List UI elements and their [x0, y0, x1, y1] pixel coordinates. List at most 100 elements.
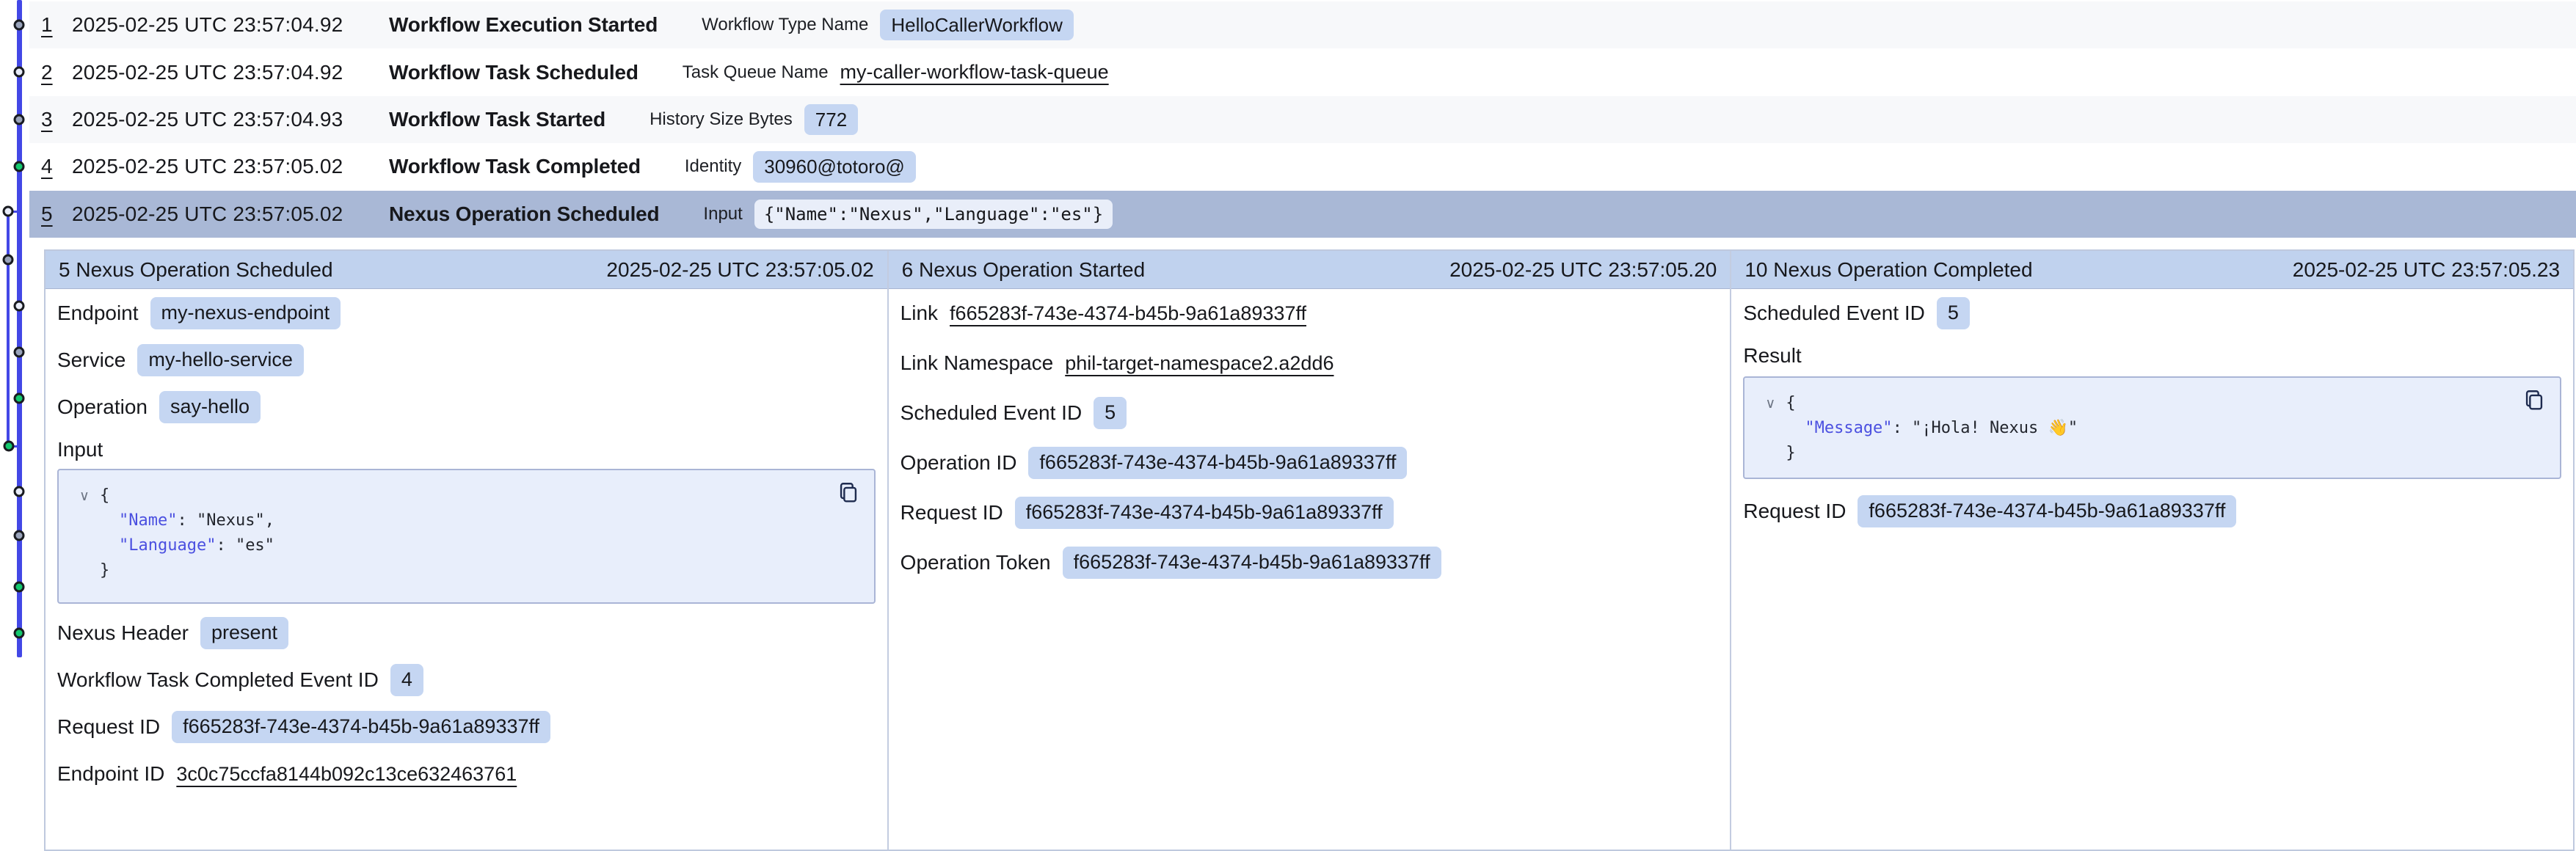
timeline-dot-green: [4, 441, 15, 452]
field-scheduled-event-id: Scheduled Event ID 5: [900, 395, 1719, 431]
timeline-branch-line: [7, 211, 10, 446]
field-operation: Operation say-hello: [57, 390, 876, 425]
event-field-value-badge: HelloCallerWorkflow: [880, 10, 1074, 41]
event-row-1[interactable]: 1 2025-02-25 UTC 23:57:04.92 Workflow Ex…: [29, 1, 2576, 48]
panel-header: 5 Nexus Operation Scheduled 2025-02-25 U…: [46, 251, 887, 289]
timeline-dot-white: [3, 206, 14, 217]
operation-badge: say-hello: [159, 391, 261, 423]
field-link: Link f665283f-743e-4374-b45b-9a61a89337f…: [900, 296, 1719, 331]
input-label: Input: [57, 437, 876, 463]
event-name: Nexus Operation Scheduled: [389, 202, 659, 226]
timeline-dot-green: [14, 161, 25, 172]
timeline-dot-green: [14, 393, 25, 404]
field-request-id: Request ID f665283f-743e-4374-b45b-9a61a…: [57, 709, 876, 745]
panel-body: Link f665283f-743e-4374-b45b-9a61a89337f…: [889, 289, 1731, 850]
task-queue-link[interactable]: my-caller-workflow-task-queue: [840, 61, 1109, 84]
event-name: Workflow Execution Started: [389, 13, 658, 37]
operation-token-badge: f665283f-743e-4374-b45b-9a61a89337ff: [1063, 547, 1441, 579]
event-row-3[interactable]: 3 2025-02-25 UTC 23:57:04.93 Workflow Ta…: [29, 96, 2576, 143]
collapse-chevron-icon[interactable]: ∨: [1765, 391, 1783, 416]
panel-nexus-operation-scheduled: 5 Nexus Operation Scheduled 2025-02-25 U…: [46, 251, 887, 850]
event-time: 2025-02-25 UTC 23:57:05.02: [72, 202, 389, 226]
event-field-label: Task Queue Name: [683, 62, 829, 83]
event-row-5-selected[interactable]: 5 2025-02-25 UTC 23:57:05.02 Nexus Opera…: [29, 191, 2576, 238]
event-field-label: History Size Bytes: [650, 109, 793, 130]
panel-timestamp: 2025-02-25 UTC 23:57:05.02: [606, 258, 873, 282]
event-id-link[interactable]: 3: [41, 108, 63, 131]
field-operation-id: Operation ID f665283f-743e-4374-b45b-9a6…: [900, 445, 1719, 481]
link-namespace-link[interactable]: phil-target-namespace2.a2dd6: [1065, 352, 1334, 375]
panel-body: Scheduled Event ID 5 Result ∨{ "Message"…: [1731, 289, 2573, 850]
timeline-dot-gray: [14, 20, 25, 31]
field-request-id: Request ID f665283f-743e-4374-b45b-9a61a…: [1743, 494, 2561, 529]
panel-title: 5 Nexus Operation Scheduled: [59, 258, 333, 282]
event-detail-panels: 5 Nexus Operation Scheduled 2025-02-25 U…: [44, 249, 2575, 851]
field-endpoint: Endpoint my-nexus-endpoint: [57, 296, 876, 331]
timeline-dot-green: [14, 582, 25, 593]
timeline-dot-white: [14, 301, 25, 312]
event-name: Workflow Task Completed: [389, 155, 641, 178]
field-link-namespace: Link Namespace phil-target-namespace2.a2…: [900, 346, 1719, 381]
event-id-link[interactable]: 2: [41, 61, 63, 84]
request-id-badge: f665283f-743e-4374-b45b-9a61a89337ff: [1015, 497, 1394, 529]
field-wft-completed-event-id: Workflow Task Completed Event ID 4: [57, 662, 876, 698]
timeline-dot-green: [14, 628, 25, 639]
event-id-link[interactable]: 1: [41, 13, 63, 37]
event-field-label: Input: [703, 204, 742, 224]
field-scheduled-event-id: Scheduled Event ID 5: [1743, 296, 2561, 331]
event-field-label: Identity: [685, 156, 741, 177]
link-uuid-link[interactable]: f665283f-743e-4374-b45b-9a61a89337ff: [950, 302, 1306, 325]
event-name: Workflow Task Started: [389, 108, 605, 131]
timeline-main-line: [17, 0, 22, 657]
panel-timestamp: 2025-02-25 UTC 23:57:05.23: [2293, 258, 2560, 282]
endpoint-id-link[interactable]: 3c0c75ccfa8144b092c13ce632463761: [176, 763, 517, 786]
timeline-dot-gray: [3, 255, 14, 266]
event-timeline-rail: [0, 0, 38, 803]
scheduled-event-id-badge: 5: [1937, 297, 1970, 329]
event-time: 2025-02-25 UTC 23:57:04.92: [72, 13, 389, 37]
panel-header: 10 Nexus Operation Completed 2025-02-25 …: [1731, 251, 2573, 289]
event-name: Workflow Task Scheduled: [389, 61, 638, 84]
timeline-dot-gray: [14, 347, 25, 358]
operation-id-badge: f665283f-743e-4374-b45b-9a61a89337ff: [1028, 447, 1407, 479]
nexus-header-badge: present: [200, 617, 288, 649]
panel-nexus-operation-completed: 10 Nexus Operation Completed 2025-02-25 …: [1730, 251, 2573, 850]
result-json-viewer: ∨{ "Message": "¡Hola! Nexus 👋" }: [1743, 376, 2561, 479]
panel-title: 10 Nexus Operation Completed: [1744, 258, 2032, 282]
timeline-dot-white: [14, 67, 25, 78]
timeline-dot-white: [14, 486, 25, 497]
event-id-badge: 4: [390, 664, 423, 696]
collapse-chevron-icon[interactable]: ∨: [79, 483, 97, 508]
panel-header: 6 Nexus Operation Started 2025-02-25 UTC…: [889, 251, 1731, 289]
event-field-value-badge: 30960@totoro@: [753, 151, 916, 183]
field-service: Service my-hello-service: [57, 343, 876, 378]
input-json-viewer: ∨{ "Name": "Nexus", "Language": "es" }: [57, 469, 876, 604]
endpoint-badge: my-nexus-endpoint: [150, 297, 341, 329]
event-id-link[interactable]: 4: [41, 155, 63, 178]
timeline-dot-gray: [14, 530, 25, 541]
event-field-label: Workflow Type Name: [702, 15, 868, 35]
field-nexus-header: Nexus Header present: [57, 616, 876, 651]
copy-icon[interactable]: [836, 481, 861, 505]
field-operation-token: Operation Token f665283f-743e-4374-b45b-…: [900, 545, 1719, 580]
scheduled-event-id-badge: 5: [1094, 397, 1127, 429]
event-time: 2025-02-25 UTC 23:57:05.02: [72, 155, 389, 178]
field-endpoint-id: Endpoint ID 3c0c75ccfa8144b092c13ce63246…: [57, 756, 876, 792]
event-time: 2025-02-25 UTC 23:57:04.93: [72, 108, 389, 131]
panel-timestamp: 2025-02-25 UTC 23:57:05.20: [1449, 258, 1717, 282]
panel-body: Endpoint my-nexus-endpoint Service my-he…: [46, 289, 887, 850]
panel-title: 6 Nexus Operation Started: [902, 258, 1146, 282]
event-id-link[interactable]: 5: [41, 202, 63, 226]
event-row-2[interactable]: 2 2025-02-25 UTC 23:57:04.92 Workflow Ta…: [29, 48, 2576, 95]
service-badge: my-hello-service: [137, 344, 304, 376]
request-id-badge: f665283f-743e-4374-b45b-9a61a89337ff: [1858, 495, 2236, 527]
event-field-value-badge: 772: [804, 104, 858, 136]
result-label: Result: [1743, 343, 2561, 369]
panel-nexus-operation-started: 6 Nexus Operation Started 2025-02-25 UTC…: [887, 251, 1731, 850]
request-id-badge: f665283f-743e-4374-b45b-9a61a89337ff: [172, 711, 550, 743]
copy-icon[interactable]: [2522, 388, 2547, 413]
event-history-table: 1 2025-02-25 UTC 23:57:04.92 Workflow Ex…: [29, 1, 2576, 238]
field-request-id: Request ID f665283f-743e-4374-b45b-9a61a…: [900, 495, 1719, 530]
event-row-4[interactable]: 4 2025-02-25 UTC 23:57:05.02 Workflow Ta…: [29, 143, 2576, 190]
timeline-dot-gray: [14, 114, 25, 125]
